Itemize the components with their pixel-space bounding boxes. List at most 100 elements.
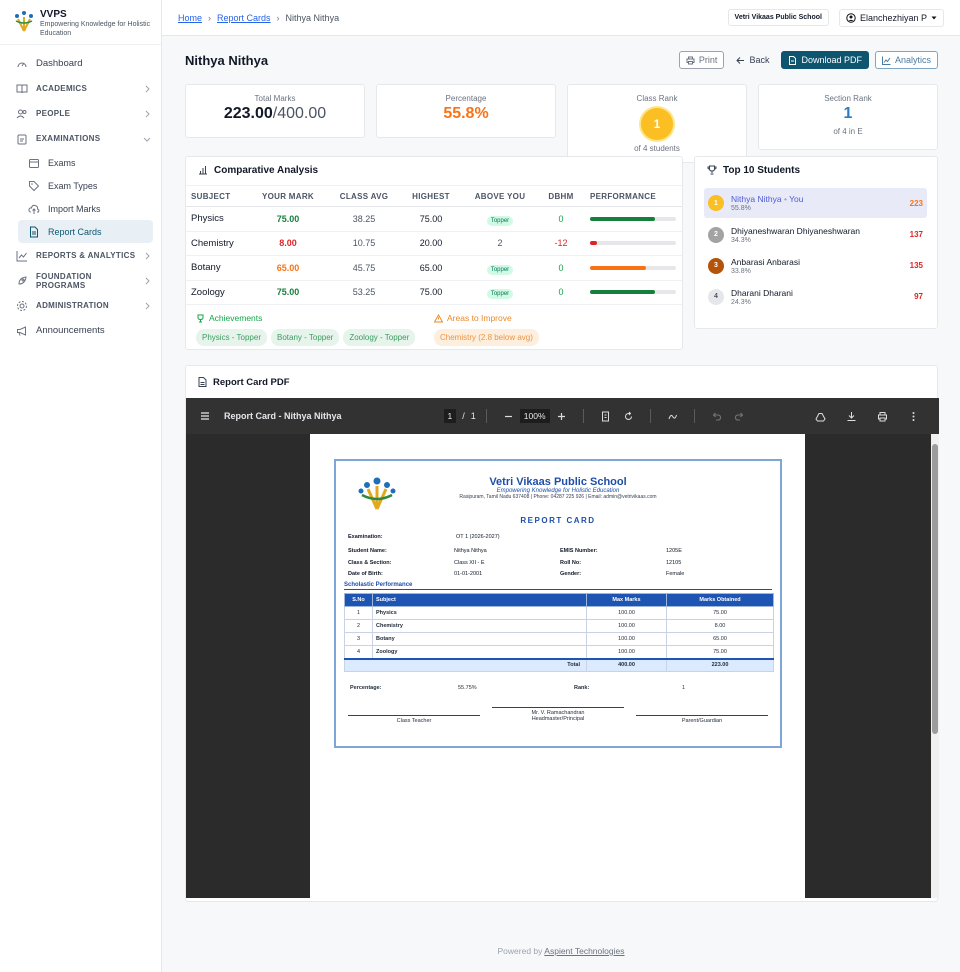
footer-company-link[interactable]: Aspient Technologies [544,946,624,956]
bar-chart-icon [199,166,207,175]
top-10-row[interactable]: 1 Nithya Nithya • You 55.8% 223 [704,188,927,218]
topper-badge: Topper [486,264,514,275]
improve-list: Chemistry (2.8 below avg) [434,329,672,346]
more-vertical-icon[interactable] [908,411,919,422]
zoom-out-icon[interactable] [503,411,514,422]
zoom-in-icon[interactable] [556,411,567,422]
doc-total-obtained: 223.00 [666,657,774,672]
top-10-row[interactable]: 2 Dhiyaneshwaran Dhiyaneshwaran 34.3% 13… [704,220,927,249]
pdf-viewer[interactable]: Report Card - Nithya Nithya 1 / 1 100% V… [186,398,939,898]
sidebar-item-label: ACADEMICS [36,84,88,93]
student-percentage: 55.8% [731,205,751,212]
student-score: 135 [909,261,923,270]
performance-bar [590,241,676,246]
performance-cell [588,280,682,305]
sidebar-item-exams[interactable]: Exams [18,151,153,174]
toolbar-divider [693,409,695,423]
menu-icon[interactable] [200,411,210,421]
zoom-level[interactable]: 100% [519,409,550,423]
sidebar-item-examinations[interactable]: EXAMINATIONS [0,126,161,151]
sidebar-item-reports-analytics[interactable]: REPORTS & ANALYTICS [0,243,161,268]
improve-title: Areas to Improve [447,313,512,323]
class-rank-sub: of 4 students [634,144,680,153]
print-label: Print [698,55,718,65]
top-10-row[interactable]: 4 Dharani Dharani 24.3% 97 [704,282,927,311]
col-dbhm: DBHM [534,185,588,207]
breadcrumb-report-cards[interactable]: Report Cards [217,13,271,23]
pdf-toolbar: Report Card - Nithya Nithya 1 / 1 100% [186,398,939,434]
analytics-button[interactable]: Analytics [874,51,938,69]
doc-emis-value: 1205E [666,548,682,555]
chevron-right-icon [145,277,150,284]
brand-tagline: Empowering Knowledge for Holistic Educat… [40,21,151,37]
performance-bar [590,265,676,270]
student-percentage: 34.3% [731,236,751,244]
sidebar-item-import-marks[interactable]: Import Marks [18,197,153,220]
print-icon[interactable] [877,411,888,422]
doc-sno: 2 [344,619,373,633]
sidebar-item-dashboard[interactable]: Dashboard [0,51,161,76]
rotate-icon[interactable] [623,411,634,422]
chevron-right-icon [145,302,150,309]
chart-icon [881,56,891,65]
user-menu-button[interactable]: Elanchezhiyan P [838,8,944,27]
student-score: 97 [914,292,923,301]
class-avg-cell: 45.75 [332,255,396,281]
back-button[interactable]: Back [730,51,775,69]
improve-title-row: Areas to Improve [434,313,672,323]
sidebar: VVPS Empowering Knowledge for Holistic E… [0,0,162,972]
undo-icon[interactable] [711,411,722,422]
doc-marks-table: S.No Subject Max Marks Marks Obtained 1 … [344,593,774,672]
sidebar-item-people[interactable]: PEOPLE [0,101,161,126]
sidebar-item-academics[interactable]: ACADEMICS [0,76,161,101]
doc-address: Rasipuram, Tamil Nadu 637408 | Phone: 04… [459,494,657,500]
download-pdf-button[interactable]: Download PDF [781,51,869,69]
sidebar-item-announcements[interactable]: Announcements [0,318,161,343]
doc-sig-principal: Mr. V. Ramachandran Headmaster/Principal [492,707,624,724]
back-label: Back [749,55,770,65]
top-10-list: 1 Nithya Nithya • You 55.8% 223 2 Dhiyan… [695,188,937,311]
annotate-icon[interactable] [667,411,678,422]
sidebar-item-label: Announcements [36,325,105,336]
page-separator: / [462,411,465,421]
sidebar-item-administration[interactable]: ADMINISTRATION [0,293,161,318]
download-icon[interactable] [846,411,857,422]
top-10-row[interactable]: 3 Anbarasi Anbarasi 33.8% 135 [704,251,927,280]
download-pdf-label: Download PDF [801,55,862,65]
class-avg-cell: 38.25 [332,206,396,232]
chevron-right-icon [145,110,150,117]
page-number-input[interactable]: 1 [443,409,457,423]
doc-max: 100.00 [586,619,667,633]
print-button[interactable]: Print [678,51,725,69]
doc-col-max: Max Marks [586,593,667,607]
page-title: Nithya Nithya [185,52,269,68]
performance-cell [588,255,682,281]
doc-student-label: Student Name: [348,548,387,555]
student-info: Anbarasi Anbarasi 33.8% [731,257,800,275]
toolbar-divider [485,409,487,423]
school-badge: Vetri Vikaas Public School [727,9,829,26]
doc-obtained: 75.00 [666,606,774,620]
doc-dob-label: Date of Birth: [348,571,383,578]
breadcrumb-separator: › [276,12,280,23]
performance-bar-fill [590,241,597,246]
doc-subject: Chemistry [372,619,587,633]
drive-icon[interactable] [815,411,826,422]
redo-icon[interactable] [734,411,745,422]
fit-page-icon[interactable] [600,411,611,422]
breadcrumb-home[interactable]: Home [178,13,202,23]
doc-sig-teacher: Class Teacher [348,715,480,724]
sidebar-item-label: FOUNDATION PROGRAMS [36,271,92,290]
performance-bar-fill [590,290,655,295]
dbhm-cell: 0 [534,255,588,281]
sidebar-item-exam-types[interactable]: Exam Types [18,174,153,197]
section-rank-value: 1 [843,105,853,122]
top-bar: Home › Report Cards › Nithya Nithya Vetr… [162,0,960,36]
pdf-scrollbar[interactable] [931,434,939,898]
doc-student-value: Nithya Nithya [454,548,487,555]
sidebar-item-report-cards[interactable]: Report Cards [18,220,153,243]
pdf-scrollbar-thumb[interactable] [932,444,938,734]
logo-icon [15,11,33,32]
brand[interactable]: VVPS Empowering Knowledge for Holistic E… [0,0,161,45]
sidebar-item-foundation-programs[interactable]: FOUNDATION PROGRAMS [0,268,161,293]
